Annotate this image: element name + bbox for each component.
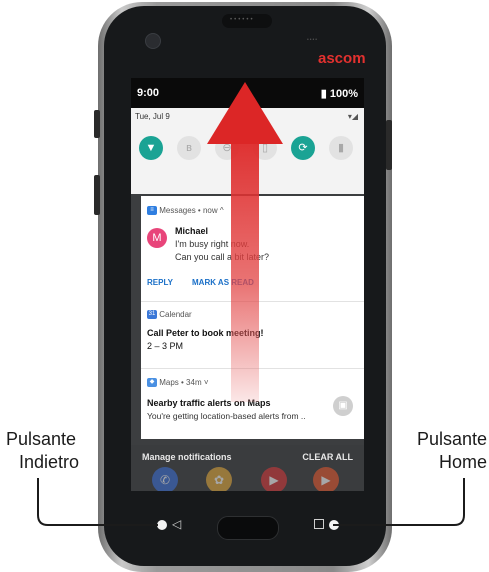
callout-home-line1: Pulsante [416,429,487,449]
callout-back: Pulsante Indietro [6,428,79,474]
callout-leaders [37,478,465,526]
callout-back-line1: Pulsante [6,429,77,449]
callout-home-line2: Home [438,452,487,472]
callout-back-line2: Indietro [19,452,80,472]
callout-home: Pulsante Home [417,428,487,474]
